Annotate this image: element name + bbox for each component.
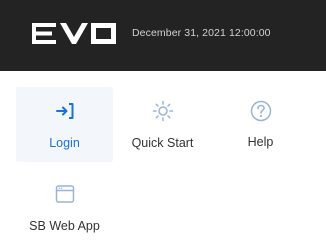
menu-item-label: Help [247,135,274,149]
evo-logo [32,23,116,44]
datetime-display: December 31, 2021 12:00:00 [132,27,271,39]
menu-item-label: Login [49,136,80,150]
menu-item-quick-start[interactable]: Quick Start [114,87,211,162]
sun-icon [152,100,173,122]
menu-item-login[interactable]: Login [16,87,113,162]
menu-item-help[interactable]: Help [212,87,309,162]
menu-item-label: SB Web App [29,219,100,233]
menu-item-label: Quick Start [131,136,194,150]
browser-window-icon [55,185,74,203]
top-bar: December 31, 2021 12:00:00 [0,0,326,71]
menu-item-sb-web-app[interactable]: SB Web App [16,170,113,245]
login-icon [55,103,73,119]
question-circle-icon [250,100,271,122]
